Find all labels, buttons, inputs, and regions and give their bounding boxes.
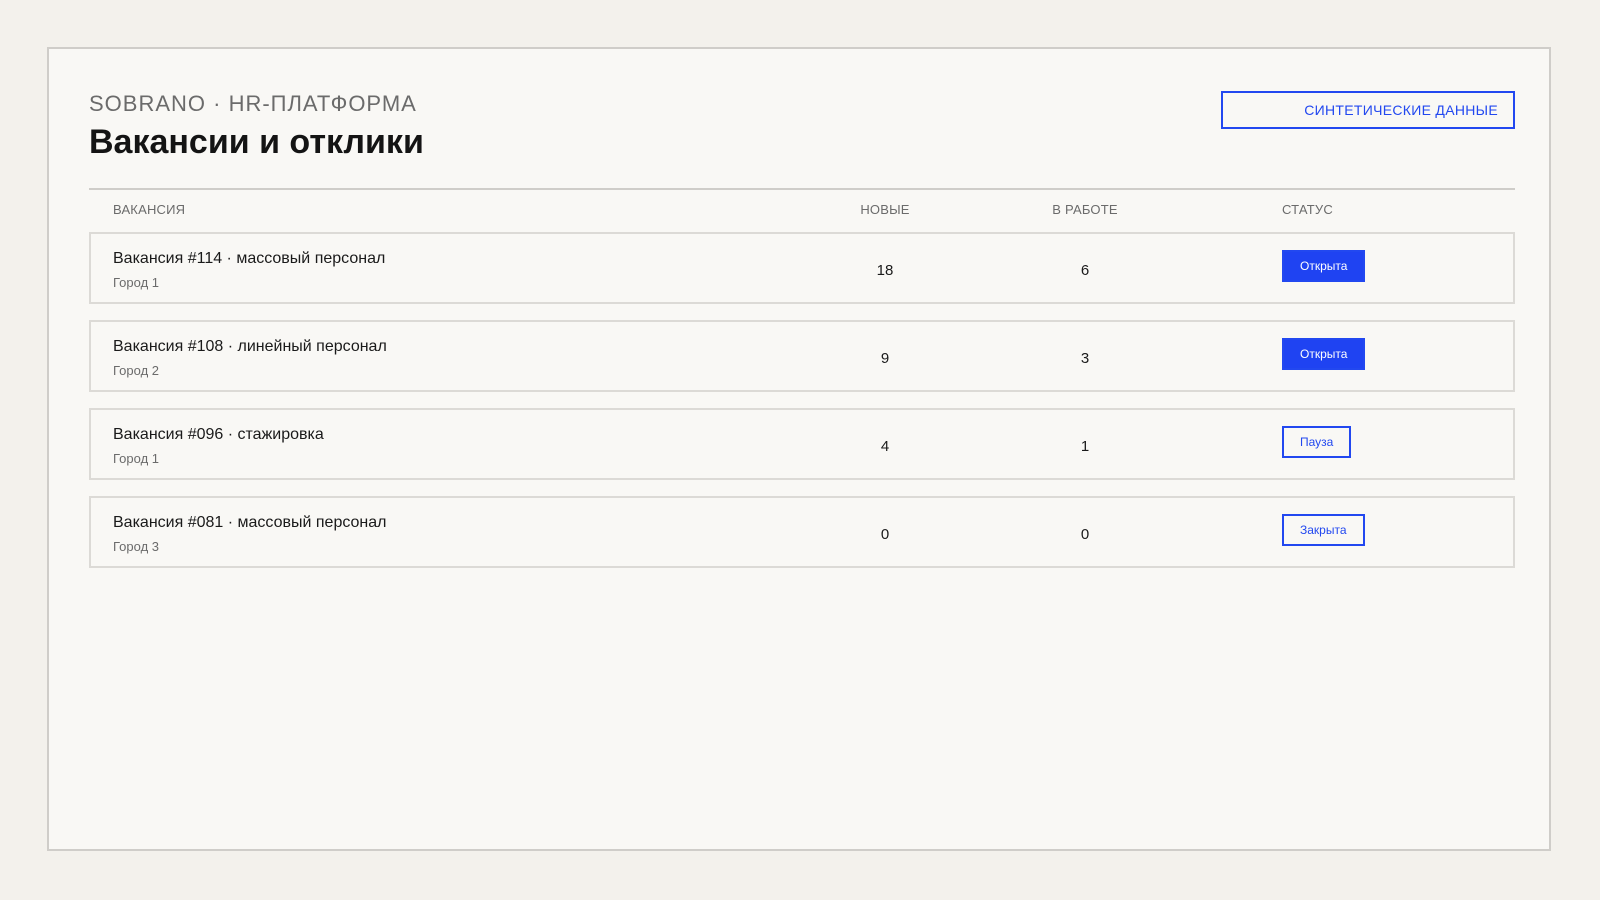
vacancy-title: Вакансия #096 · стажировка (113, 426, 324, 443)
main-panel: SOBRANO · HR-ПЛАТФОРМА Вакансии и отклик… (47, 47, 1551, 851)
in-work-count: 6 (1080, 262, 1090, 279)
status-badge[interactable]: Открыта (1282, 250, 1366, 282)
page-title: Вакансии и отклики (89, 123, 424, 161)
in-work-count: 0 (1080, 526, 1090, 543)
table-row[interactable]: Вакансия #108 · линейный персонал Город … (89, 320, 1515, 392)
new-count: 0 (880, 526, 890, 543)
column-header-new: НОВЫЕ (860, 202, 910, 217)
vacancy-city: Город 1 (113, 451, 160, 466)
table-row[interactable]: Вакансия #096 · стажировка Город 1 4 1 П… (89, 408, 1515, 480)
vacancies-table: ВАКАНСИЯ НОВЫЕ В РАБОТЕ СТАТУС Вакансия … (89, 188, 1515, 584)
table-header: ВАКАНСИЯ НОВЫЕ В РАБОТЕ СТАТУС (89, 190, 1515, 232)
table-row[interactable]: Вакансия #081 · массовый персонал Город … (89, 496, 1515, 568)
in-work-count: 1 (1080, 438, 1090, 455)
vacancy-city: Город 1 (113, 275, 160, 290)
new-count: 18 (876, 262, 894, 279)
vacancy-title: Вакансия #114 · массовый персонал (113, 250, 386, 267)
column-header-vacancy: ВАКАНСИЯ (113, 202, 186, 217)
vacancy-city: Город 3 (113, 539, 160, 554)
column-header-in-work: В РАБОТЕ (1052, 202, 1118, 217)
in-work-count: 3 (1080, 350, 1090, 367)
table-row[interactable]: Вакансия #114 · массовый персонал Город … (89, 232, 1515, 304)
brand-label: SOBRANO · HR-ПЛАТФОРМА (89, 91, 417, 116)
vacancy-city: Город 2 (113, 363, 160, 378)
synthetic-data-button[interactable]: СИНТЕТИЧЕСКИЕ ДАННЫЕ (1221, 91, 1515, 129)
new-count: 4 (880, 438, 890, 455)
status-badge[interactable]: Закрыта (1282, 514, 1365, 546)
column-header-status: СТАТУС (1282, 202, 1333, 217)
status-badge[interactable]: Открыта (1282, 338, 1366, 370)
status-badge[interactable]: Пауза (1282, 426, 1352, 458)
vacancy-title: Вакансия #108 · линейный персонал (113, 338, 387, 355)
new-count: 9 (880, 350, 890, 367)
vacancy-title: Вакансия #081 · массовый персонал (113, 514, 387, 531)
